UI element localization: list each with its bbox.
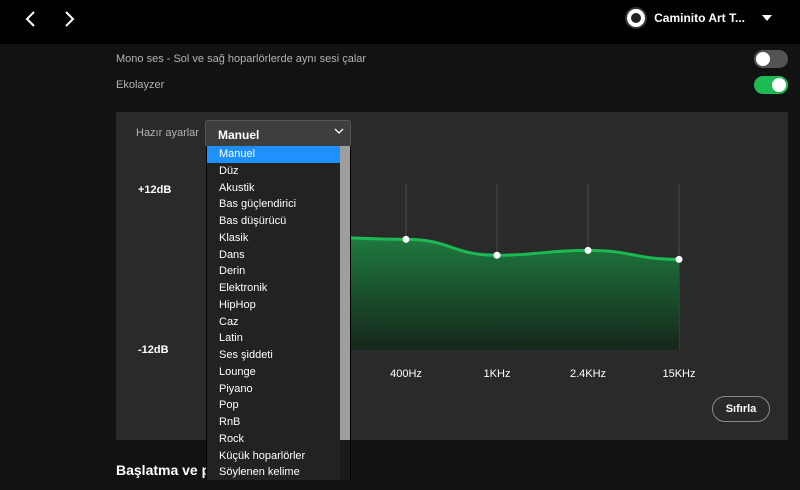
preset-option[interactable]: Akustik (207, 179, 340, 197)
eq-band-handle-15KHz[interactable] (675, 255, 683, 263)
preset-option[interactable]: Klasik (207, 229, 340, 247)
equalizer-label: Ekolayzer (116, 79, 165, 91)
preset-option[interactable]: Ses şiddeti (207, 347, 340, 364)
forward-button[interactable] (58, 8, 80, 30)
preset-option[interactable]: Küçük hoparlörler (207, 447, 340, 465)
preset-option[interactable]: Bas düşürücü (207, 213, 340, 230)
preset-option[interactable]: Derin (207, 263, 340, 280)
preset-option[interactable]: Dans (207, 246, 340, 264)
preset-option[interactable]: Elektronik (207, 280, 340, 297)
eq-band-handle-400Hz[interactable] (402, 235, 410, 243)
preset-option[interactable]: Lounge (207, 363, 340, 381)
dropdown-scrollbar[interactable] (340, 146, 350, 480)
mono-audio-toggle[interactable] (754, 50, 788, 68)
preset-dropdown-menu: Manuel Düz Akustik Bas güçlendirici Bas düşü… (206, 146, 351, 480)
user-name: Caminito Art T... (654, 11, 745, 25)
chevron-left-icon (25, 11, 35, 27)
preset-option[interactable]: Söylenen kelime (207, 464, 340, 480)
chevron-right-icon (65, 11, 75, 27)
avatar (625, 7, 648, 29)
preset-option[interactable]: RnB (207, 414, 340, 431)
frequency-label: 2.4KHz (569, 368, 607, 380)
preset-option[interactable]: Piyano (207, 380, 340, 398)
scrollbar-thumb[interactable] (340, 146, 350, 440)
frequency-label: 15KHz (662, 368, 696, 380)
frequency-label: 400Hz (390, 368, 422, 380)
preset-option[interactable]: Pop (207, 397, 340, 414)
preset-option[interactable]: Latin (207, 330, 340, 347)
eq-band-handle-2.4KHz[interactable] (584, 246, 592, 254)
reset-button[interactable]: Sıfırla (712, 396, 770, 422)
user-menu-button[interactable]: Caminito Art T... (625, 5, 772, 31)
mono-audio-label: Mono ses - Sol ve sağ hoparlörlerde aynı… (116, 53, 367, 65)
eq-band-handle-1KHz[interactable] (493, 251, 501, 259)
preset-option[interactable]: HipHop (207, 296, 340, 314)
top-bar: Caminito Art T... (0, 0, 800, 44)
equalizer-toggle[interactable] (754, 76, 788, 94)
caret-down-icon (762, 15, 772, 21)
section-title: Başlatma ve p (116, 462, 211, 478)
preset-option[interactable]: Düz (207, 162, 340, 180)
preset-option-list: Manuel Düz Akustik Bas güçlendirici Bas düşü… (207, 146, 340, 480)
back-button[interactable] (20, 8, 42, 30)
preset-option[interactable]: Bas güçlendirici (207, 196, 340, 213)
preset-option[interactable]: Manuel (207, 146, 340, 163)
preset-option[interactable]: Rock (207, 430, 340, 448)
preset-option[interactable]: Caz (207, 313, 340, 331)
frequency-label: 1KHz (483, 368, 511, 380)
